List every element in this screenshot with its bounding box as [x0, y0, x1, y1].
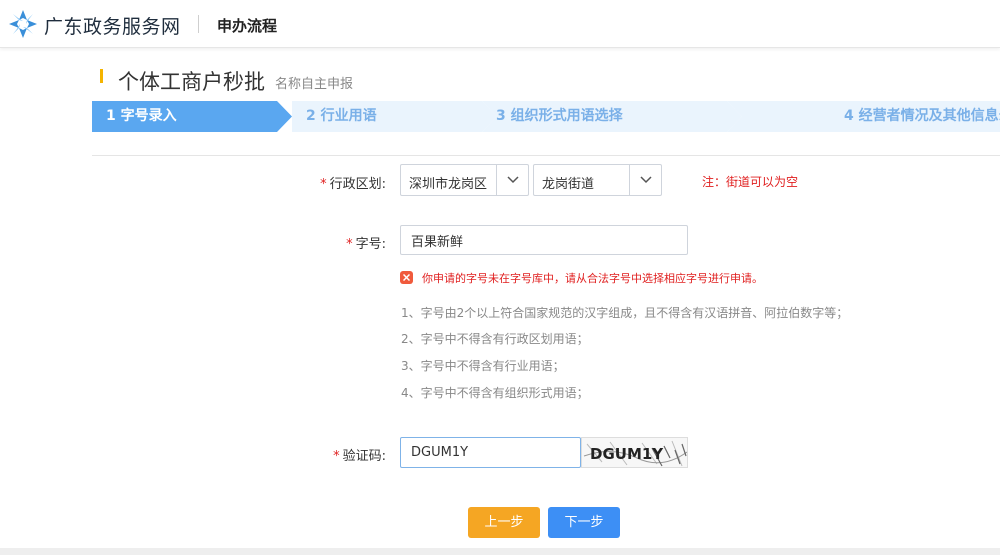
step-1-name-entry: 1 字号录入	[92, 101, 292, 132]
name-rule-3: 3、字号中不得含有行业用语；	[401, 359, 565, 373]
error-close-icon	[400, 271, 413, 284]
next-step-button[interactable]: 下一步	[548, 507, 620, 538]
step-label: 1 字号录入	[106, 108, 177, 124]
step-progress-bar: 1 字号录入 2 行业用语 3 组织形式用语选择 4 经营者情况及其他信息录入	[92, 101, 1000, 132]
header-divider	[198, 15, 199, 33]
required-mark: *	[333, 449, 340, 464]
previous-step-button[interactable]: 上一步	[468, 507, 540, 538]
street-dropdown-button[interactable]	[629, 165, 661, 195]
street-note: 注：街道可以为空	[702, 175, 799, 189]
captcha-image[interactable]: DGUM1Y	[581, 437, 688, 468]
section-divider	[92, 155, 1000, 156]
street-select-value: 龙岗街道	[542, 177, 595, 192]
step-label: 2 行业用语	[306, 108, 377, 124]
name-rule-2: 2、字号中不得含有行政区划用语；	[401, 332, 589, 346]
page-title: 个体工商户秒批	[118, 70, 265, 94]
required-mark: *	[320, 177, 327, 192]
step-label: 4 经营者情况及其他信息录入	[844, 108, 1000, 124]
district-dropdown-button[interactable]	[496, 165, 528, 195]
required-mark: *	[346, 237, 353, 252]
captcha-input[interactable]	[400, 437, 581, 468]
name-label: * 字号:	[346, 237, 386, 252]
chevron-down-icon	[507, 176, 519, 184]
error-text: 你申请的字号未在字号库中，请从合法字号中选择相应字号进行申请。	[422, 272, 763, 285]
region-label: * 行政区划:	[320, 177, 386, 192]
chevron-down-icon	[640, 176, 652, 184]
site-logo-icon[interactable]	[8, 9, 38, 39]
district-select-value: 深圳市龙岗区	[409, 177, 488, 192]
street-select[interactable]: 龙岗街道	[533, 164, 662, 196]
header-subtitle: 申办流程	[217, 17, 278, 35]
step-2-industry-term: 2 行业用语	[292, 101, 497, 132]
top-header: 广东政务服务网 申办流程	[0, 0, 1000, 48]
footer-divider	[0, 548, 1000, 555]
name-rule-4: 4、字号中不得含有组织形式用语；	[401, 386, 589, 400]
step-3-org-form: 3 组织形式用语选择	[482, 101, 742, 132]
district-select[interactable]: 深圳市龙岗区	[400, 164, 529, 196]
step-4-operator-info: 4 经营者情况及其他信息录入	[727, 101, 1000, 132]
captcha-text: DGUM1Y	[590, 445, 664, 463]
captcha-label: * 验证码:	[333, 449, 386, 464]
name-input[interactable]	[400, 225, 688, 255]
name-rule-1: 1、字号由2个以上符合国家规范的汉字组成，且不得含有汉语拼音、阿拉伯数字等；	[401, 306, 849, 320]
site-title[interactable]: 广东政务服务网	[44, 12, 181, 39]
step-label: 3 组织形式用语选择	[496, 108, 623, 124]
page-subtitle: 名称自主申报	[275, 77, 354, 92]
title-accent-bar	[100, 69, 103, 83]
